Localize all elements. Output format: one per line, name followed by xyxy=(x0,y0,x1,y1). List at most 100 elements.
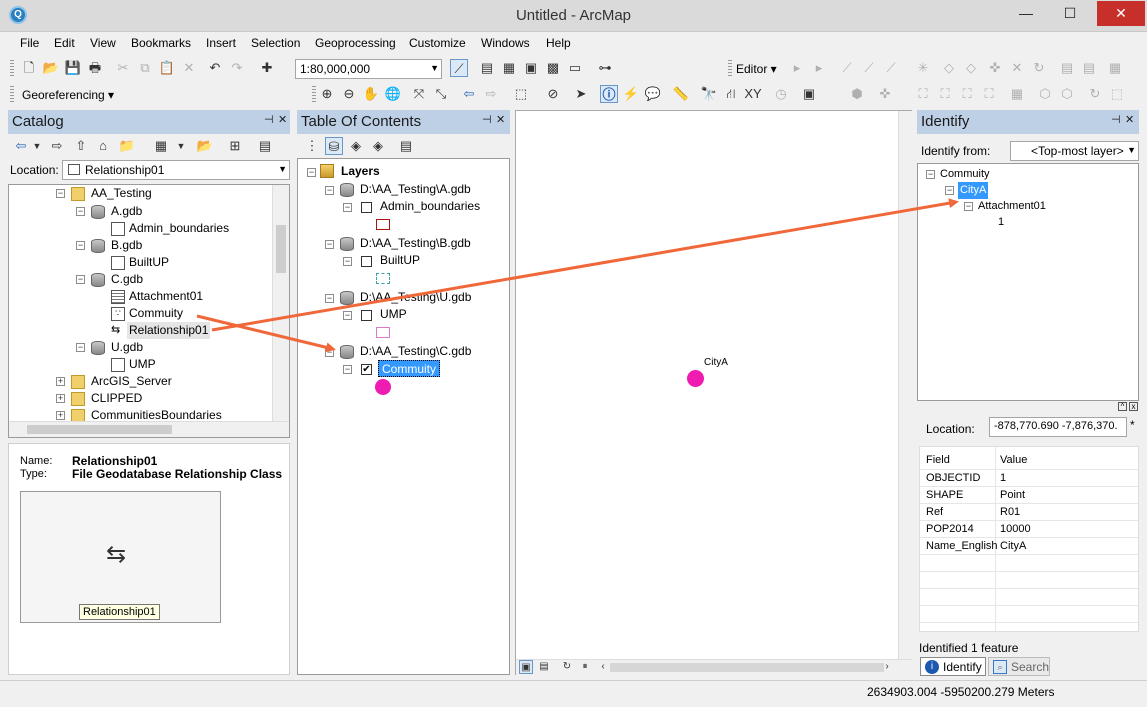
zoom-out-icon[interactable]: ⊖ xyxy=(340,85,358,103)
sketch-properties-icon[interactable]: ▤ xyxy=(1080,59,1098,77)
collapse-icon[interactable]: − xyxy=(343,365,352,374)
menu-insert[interactable]: Insert xyxy=(206,36,236,50)
edit-vertices-icon[interactable]: ◇ xyxy=(940,59,958,77)
create-features-icon[interactable]: ▦ xyxy=(1106,59,1124,77)
edit-tool-icon[interactable]: ▸ xyxy=(788,59,806,77)
identify-tool-icon[interactable]: ⓘ xyxy=(600,85,618,103)
collapse-icon[interactable]: − xyxy=(76,275,85,284)
undo-icon[interactable]: ↶ xyxy=(206,59,224,77)
collapse-icon[interactable]: − xyxy=(343,311,352,320)
collapse-icon[interactable]: − xyxy=(325,348,334,357)
collapse-icon[interactable]: − xyxy=(964,202,973,211)
end-point-arc-icon[interactable]: ⟋ xyxy=(860,59,878,77)
identify-tree-feature[interactable]: CityA xyxy=(958,182,989,199)
trace-icon[interactable]: ⟋ xyxy=(882,59,900,77)
copy-icon[interactable]: ⧉ xyxy=(136,59,154,77)
location-combo[interactable]: Relationship01 ▼ xyxy=(62,160,290,180)
menu-view[interactable]: View xyxy=(90,36,116,50)
identify-tree-layer[interactable]: Commuity xyxy=(940,166,990,183)
collapse-icon[interactable]: − xyxy=(343,257,352,266)
hyperlink-icon[interactable]: ⚡ xyxy=(622,85,640,103)
tree-item-a-gdb[interactable]: A.gdb xyxy=(111,203,142,220)
chevron-down-icon[interactable]: ▼ xyxy=(28,137,46,155)
scroll-thumb[interactable] xyxy=(610,663,884,672)
collapse-icon[interactable]: − xyxy=(76,207,85,216)
chevron-down-icon[interactable]: ▼ xyxy=(172,137,190,155)
close-pane-icon[interactable]: x xyxy=(1129,402,1138,411)
attribute-row[interactable]: Ref R01 xyxy=(920,504,1138,521)
map-point-citya[interactable] xyxy=(687,370,704,387)
toolbar-grip[interactable] xyxy=(728,60,732,78)
toolbar-grip[interactable] xyxy=(10,86,14,104)
toc-group-c-gdb[interactable]: D:\AA_Testing\C.gdb xyxy=(360,343,471,360)
layer-visibility-checkbox[interactable] xyxy=(361,310,372,321)
layout-view-icon[interactable]: ▤ xyxy=(537,660,551,674)
tree-options-icon[interactable]: ⊞ xyxy=(226,137,244,155)
collapse-icon[interactable]: − xyxy=(76,241,85,250)
scroll-right-icon[interactable]: › xyxy=(880,660,894,674)
reshape-icon[interactable]: ◇ xyxy=(962,59,980,77)
fixed-zoom-out-icon[interactable]: ⤡ xyxy=(432,85,450,103)
toc-group-b-gdb[interactable]: D:\AA_Testing\B.gdb xyxy=(360,235,471,252)
map-scale-combo[interactable]: 1:80,000,000 ▼ xyxy=(295,59,442,79)
full-extent-icon[interactable]: 🌐 xyxy=(384,85,402,103)
go-to-xy-icon[interactable]: XY xyxy=(744,85,762,103)
back-extent-icon[interactable]: ⇦ xyxy=(460,85,478,103)
find-route-icon[interactable]: ⛙ xyxy=(722,85,740,103)
layer-visibility-checkbox[interactable] xyxy=(361,202,372,213)
close-icon[interactable]: ✕ xyxy=(496,113,505,126)
new-folder-icon[interactable]: 📂 xyxy=(196,137,214,155)
tree-item-commuity[interactable]: Commuity xyxy=(129,305,183,322)
tree-item-ump[interactable]: UMP xyxy=(129,356,156,373)
catalog-horizontal-scrollbar[interactable] xyxy=(9,421,289,437)
fixed-zoom-in-icon[interactable]: ⤧ xyxy=(410,85,428,103)
attributes-icon[interactable]: ▤ xyxy=(1058,59,1076,77)
catalog-window-icon[interactable]: ▦ xyxy=(500,59,518,77)
editor-menu[interactable]: Editor ▾ xyxy=(736,62,777,76)
toc-options-icon[interactable]: ▤ xyxy=(397,137,415,155)
toolbar-grip[interactable] xyxy=(312,86,316,104)
list-by-selection-icon[interactable]: ◈ xyxy=(369,137,387,155)
edit-annotation-icon[interactable]: ▸ xyxy=(810,59,828,77)
attribute-row[interactable]: POP2014 10000 xyxy=(920,521,1138,538)
close-icon[interactable]: ✕ xyxy=(1125,113,1134,126)
collapse-icon[interactable]: − xyxy=(325,186,334,195)
pin-icon[interactable]: ⊣ xyxy=(482,113,492,126)
data-view-icon[interactable]: ▣ xyxy=(519,660,533,674)
polygon-symbol[interactable] xyxy=(376,273,390,284)
georeferencing-menu[interactable]: Georeferencing ▾ xyxy=(22,88,114,102)
menu-customize[interactable]: Customize xyxy=(409,36,466,50)
clear-selection-icon[interactable]: ⊘ xyxy=(544,85,562,103)
georef-tool-icon[interactable]: ▦ xyxy=(1008,85,1026,103)
menu-bookmarks[interactable]: Bookmarks xyxy=(131,36,191,50)
refresh-icon[interactable]: ↻ xyxy=(560,660,574,674)
menu-help[interactable]: Help xyxy=(546,36,571,50)
expand-icon[interactable]: + xyxy=(56,377,65,386)
collapse-icon[interactable]: − xyxy=(343,203,352,212)
georef-tool-icon[interactable]: ⬢ xyxy=(848,85,866,103)
identify-tree-record[interactable]: 1 xyxy=(998,214,1004,231)
layer-visibility-checkbox-checked[interactable]: ✔ xyxy=(361,364,372,375)
expand-icon[interactable]: + xyxy=(56,394,65,403)
value-column-header[interactable]: Value xyxy=(1000,450,1027,470)
tree-item-clipped[interactable]: CLIPPED xyxy=(91,390,142,407)
arctoolbox-icon[interactable]: ▩ xyxy=(544,59,562,77)
scroll-thumb[interactable] xyxy=(276,225,286,273)
connect-folder-icon[interactable]: 📁 xyxy=(118,137,136,155)
create-viewer-icon[interactable]: ▣ xyxy=(800,85,818,103)
collapse-icon[interactable]: − xyxy=(926,170,935,179)
straight-segment-icon[interactable]: ⟋ xyxy=(838,59,856,77)
field-column-header[interactable]: Field xyxy=(926,450,950,470)
catalog-vertical-scrollbar[interactable] xyxy=(272,185,289,421)
toc-group-a-gdb[interactable]: D:\AA_Testing\A.gdb xyxy=(360,181,471,198)
menu-edit[interactable]: Edit xyxy=(54,36,75,50)
georef-tool-icon[interactable]: ↻ xyxy=(1086,85,1104,103)
list-by-source-icon[interactable]: ⛁ xyxy=(325,137,343,155)
rotate-icon[interactable]: ↻ xyxy=(1030,59,1048,77)
collapse-icon[interactable]: − xyxy=(307,168,316,177)
point-symbol[interactable] xyxy=(375,379,391,395)
tab-identify[interactable]: i Identify xyxy=(920,657,986,676)
identify-splitter[interactable]: ^ x xyxy=(917,401,1139,413)
menu-selection[interactable]: Selection xyxy=(251,36,300,50)
collapse-icon[interactable]: − xyxy=(56,189,65,198)
